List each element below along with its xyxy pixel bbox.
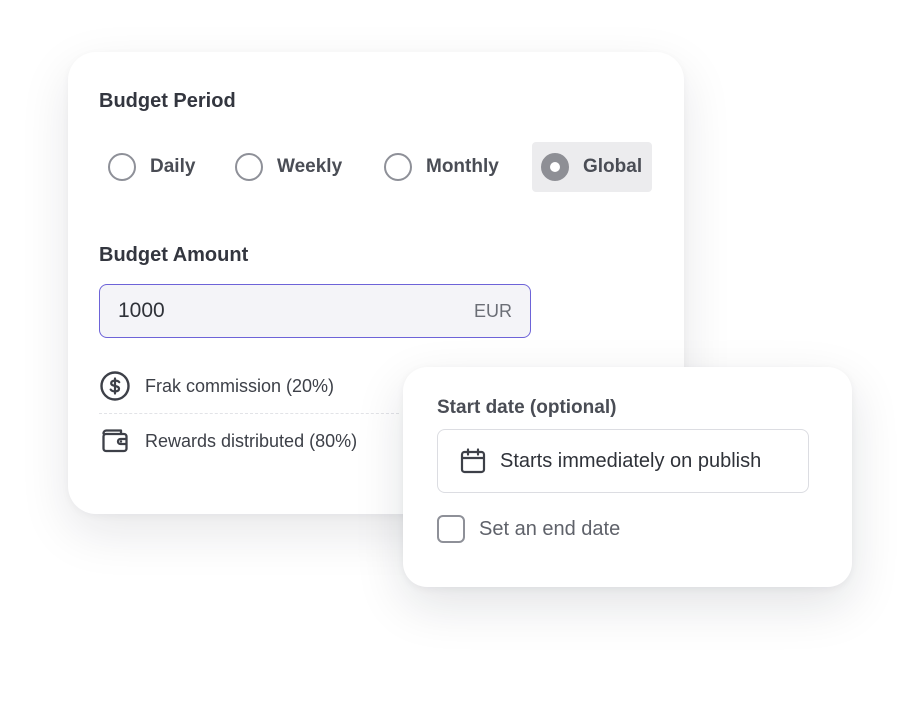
currency-suffix: EUR xyxy=(473,301,512,321)
start-date-card: Start date (optional) Starts immediately… xyxy=(403,367,852,587)
rewards-row: Rewards distributed (80%) xyxy=(99,421,419,461)
wallet-icon xyxy=(99,425,131,457)
radio-option-weekly[interactable]: Weekly xyxy=(235,142,342,192)
end-date-toggle[interactable]: Set an end date xyxy=(437,513,620,545)
budget-amount-input[interactable]: 1000 EUR xyxy=(99,284,531,338)
start-date-label: Start date (optional) xyxy=(437,397,617,418)
radio-monthly-label: Monthly xyxy=(426,156,499,177)
radio-option-daily[interactable]: Daily xyxy=(108,142,195,192)
radio-global-label: Global xyxy=(583,156,643,177)
budget-period-radio-group: Daily Weekly Monthly Global xyxy=(99,142,659,192)
radio-option-monthly[interactable]: Monthly xyxy=(384,142,499,192)
radio-daily-label: Daily xyxy=(150,156,196,177)
radio-weekly-label: Weekly xyxy=(277,156,343,177)
dollar-circle-icon xyxy=(99,370,131,402)
end-date-label: Set an end date xyxy=(479,517,621,540)
radio-weekly-circle[interactable] xyxy=(235,153,263,181)
start-date-picker-button[interactable]: Starts immediately on publish xyxy=(437,429,809,493)
radio-daily-circle[interactable] xyxy=(108,153,136,181)
budget-period-title: Budget Period xyxy=(99,90,236,112)
calendar-icon xyxy=(458,446,488,476)
budget-amount-value[interactable]: 1000 xyxy=(118,299,165,323)
radio-monthly-circle[interactable] xyxy=(384,153,412,181)
rewards-label: Rewards distributed (80%) xyxy=(145,430,358,451)
end-date-checkbox[interactable] xyxy=(437,515,465,543)
budget-amount-title: Budget Amount xyxy=(99,244,249,266)
radio-global-circle[interactable] xyxy=(541,153,569,181)
commission-label: Frak commission (20%) xyxy=(145,375,335,396)
breakdown-divider xyxy=(99,413,399,414)
commission-row: Frak commission (20%) xyxy=(99,366,419,406)
start-date-button-text: Starts immediately on publish xyxy=(500,449,762,472)
radio-option-global[interactable]: Global xyxy=(532,142,652,192)
